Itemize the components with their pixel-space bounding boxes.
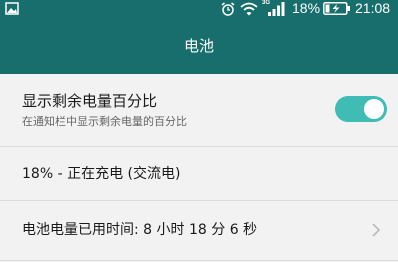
status-bar: 3G 18% 21:08 (0, 0, 398, 18)
show-percentage-toggle[interactable] (335, 96, 387, 122)
show-percentage-setting[interactable]: 显示剩余电量百分比 在通知栏中显示剩余电量的百分比 (0, 74, 398, 146)
battery-usage-time-text: 电池电量已用时间: 8 小时 18 分 6 秒 (22, 222, 258, 238)
divider (0, 260, 398, 261)
show-percentage-title: 显示剩余电量百分比 (22, 92, 158, 110)
battery-usage-time-item[interactable]: 电池电量已用时间: 8 小时 18 分 6 秒 (0, 200, 398, 260)
toolbar: 电池 (0, 18, 398, 74)
signal-type-badge: 3G (262, 0, 271, 6)
battery-charging-icon (323, 2, 350, 15)
chevron-right-icon (372, 223, 381, 237)
charging-status-item: 18% - 正在充电 (交流电) (0, 146, 398, 200)
battery-percentage: 18% (292, 0, 321, 16)
settings-list: 显示剩余电量百分比 在通知栏中显示剩余电量的百分比 18% - 正在充电 (交流… (0, 74, 398, 262)
alarm-icon (221, 2, 235, 16)
status-clock: 21:08 (355, 0, 391, 16)
toggle-knob (364, 99, 384, 119)
page-title: 电池 (183, 37, 214, 55)
show-percentage-subtitle: 在通知栏中显示剩余电量的百分比 (22, 115, 187, 128)
gallery-icon (5, 2, 19, 15)
wifi-icon (240, 2, 258, 16)
charging-status-text: 18% - 正在充电 (交流电) (22, 166, 181, 182)
